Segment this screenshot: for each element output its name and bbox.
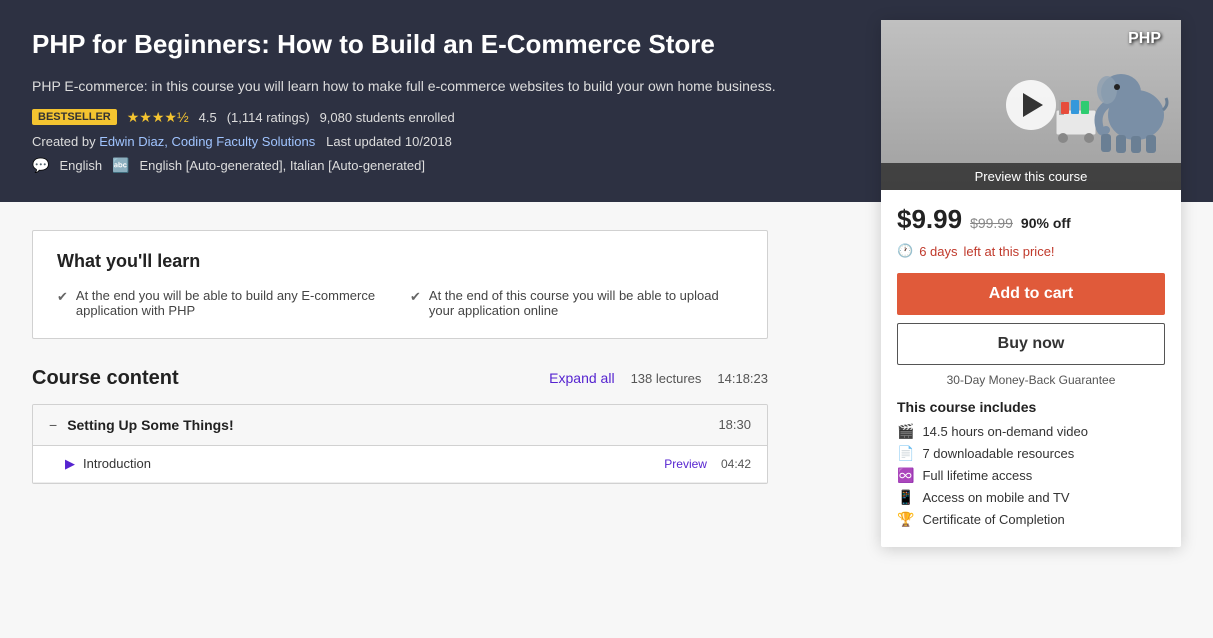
include-lifetime: Full lifetime access	[922, 468, 1032, 483]
preview-link[interactable]: Preview	[664, 457, 707, 471]
certificate-icon: 🏆	[897, 511, 914, 528]
buy-now-button[interactable]: Buy now	[897, 323, 1165, 365]
rating-count: (1,114 ratings)	[227, 110, 310, 125]
list-item: 🎬 14.5 hours on-demand video	[897, 423, 1165, 440]
original-price: $99.99	[970, 215, 1013, 231]
enrolled-count: 9,080 students enrolled	[320, 110, 455, 125]
hero-meta-row: BESTSELLER ★★★★½ 4.5 (1,114 ratings) 9,0…	[32, 109, 776, 126]
include-mobile: Access on mobile and TV	[922, 490, 1069, 505]
course-card: PHP Preview this course $9.99 $99.99 90%…	[881, 20, 1181, 547]
lifetime-icon: ♾️	[897, 467, 914, 484]
learn-item-text: At the end of this course you will be ab…	[429, 288, 743, 318]
includes-list: 🎬 14.5 hours on-demand video 📄 7 downloa…	[897, 423, 1165, 528]
lecture-right: Preview 04:42	[664, 457, 751, 471]
checkmark-icon: ✔	[410, 289, 421, 305]
hero-subtitle: PHP E-commerce: in this course you will …	[32, 76, 776, 97]
play-triangle-icon	[1023, 93, 1043, 117]
hero-left: PHP for Beginners: How to Build an E-Com…	[32, 28, 776, 174]
content-meta: Expand all 138 lectures 14:18:23	[549, 370, 768, 386]
countdown-days: 6 days	[919, 244, 957, 259]
speech-bubble-icon: 💬	[32, 157, 49, 174]
hero-language: 💬 English 🔤 English [Auto-generated], It…	[32, 157, 776, 174]
rating-value: 4.5	[199, 110, 217, 125]
countdown-text: left at this price!	[964, 244, 1055, 259]
main-content: What you'll learn ✔ At the end you will …	[0, 202, 800, 512]
content-section: − Setting Up Some Things! 18:30 ▶ Introd…	[32, 404, 768, 484]
php-label: PHP	[1128, 30, 1161, 48]
total-duration: 14:18:23	[717, 371, 768, 386]
discount-text: 90% off	[1021, 215, 1071, 231]
include-downloads: 7 downloadable resources	[922, 446, 1074, 461]
learn-item: ✔ At the end of this course you will be …	[410, 288, 743, 318]
download-icon: 📄	[897, 445, 914, 462]
star-rating: ★★★★½	[127, 109, 189, 126]
play-circle-icon: ▶	[65, 456, 75, 472]
clock-icon: 🕐	[897, 243, 913, 259]
caption-icon: 🔤	[112, 157, 129, 174]
learn-title: What you'll learn	[57, 251, 743, 272]
list-item: 📱 Access on mobile and TV	[897, 489, 1165, 506]
preview-label: Preview this course	[881, 163, 1181, 190]
list-item: 📄 7 downloadable resources	[897, 445, 1165, 462]
last-updated: Last updated 10/2018	[326, 134, 452, 149]
course-includes-title: This course includes	[897, 399, 1165, 415]
course-thumbnail[interactable]: PHP Preview this course	[881, 20, 1181, 190]
lecture-count: 138 lectures	[631, 371, 702, 386]
learn-item: ✔ At the end you will be able to build a…	[57, 288, 390, 318]
price-row: $9.99 $99.99 90% off	[897, 204, 1165, 235]
countdown-row: 🕐 6 days left at this price!	[897, 243, 1165, 259]
author-link[interactable]: Edwin Diaz, Coding Faculty Solutions	[99, 134, 315, 149]
hero-section: PHP for Beginners: How to Build an E-Com…	[0, 0, 1213, 202]
course-content-header: Course content Expand all 138 lectures 1…	[32, 367, 768, 390]
list-item: 🏆 Certificate of Completion	[897, 511, 1165, 528]
section-row[interactable]: − Setting Up Some Things! 18:30	[33, 405, 767, 446]
course-content-title: Course content	[32, 367, 179, 390]
add-to-cart-button[interactable]: Add to cart	[897, 273, 1165, 315]
lecture-name: Introduction	[83, 456, 151, 471]
page-wrapper: PHP for Beginners: How to Build an E-Com…	[0, 0, 1213, 638]
include-certificate: Certificate of Completion	[922, 512, 1064, 527]
current-price: $9.99	[897, 204, 962, 235]
created-by-label: Created by	[32, 134, 99, 149]
section-duration: 18:30	[718, 417, 751, 432]
lecture-time: 04:42	[721, 457, 751, 471]
hero-created: Created by Edwin Diaz, Coding Faculty So…	[32, 134, 776, 149]
section-row-left: − Setting Up Some Things!	[49, 417, 234, 433]
captions-label: English [Auto-generated], Italian [Auto-…	[140, 158, 425, 173]
card-body: $9.99 $99.99 90% off 🕐 6 days left at th…	[881, 190, 1181, 547]
list-item: ♾️ Full lifetime access	[897, 467, 1165, 484]
learn-items-grid: ✔ At the end you will be able to build a…	[57, 288, 743, 318]
money-back-guarantee: 30-Day Money-Back Guarantee	[897, 373, 1165, 387]
learn-box: What you'll learn ✔ At the end you will …	[32, 230, 768, 339]
language-label: English	[59, 158, 102, 173]
checkmark-icon: ✔	[57, 289, 68, 305]
mobile-icon: 📱	[897, 489, 914, 506]
collapse-icon: −	[49, 417, 57, 433]
page-title: PHP for Beginners: How to Build an E-Com…	[32, 28, 776, 62]
play-button[interactable]	[1006, 80, 1056, 130]
bestseller-badge: BESTSELLER	[32, 109, 117, 125]
elephant-illustration	[1051, 30, 1171, 160]
lecture-left: ▶ Introduction	[65, 456, 151, 472]
include-video: 14.5 hours on-demand video	[922, 424, 1088, 439]
video-icon: 🎬	[897, 423, 914, 440]
lecture-row: ▶ Introduction Preview 04:42	[33, 446, 767, 483]
expand-all-link[interactable]: Expand all	[549, 370, 614, 386]
learn-item-text: At the end you will be able to build any…	[76, 288, 390, 318]
section-name: Setting Up Some Things!	[67, 417, 233, 433]
